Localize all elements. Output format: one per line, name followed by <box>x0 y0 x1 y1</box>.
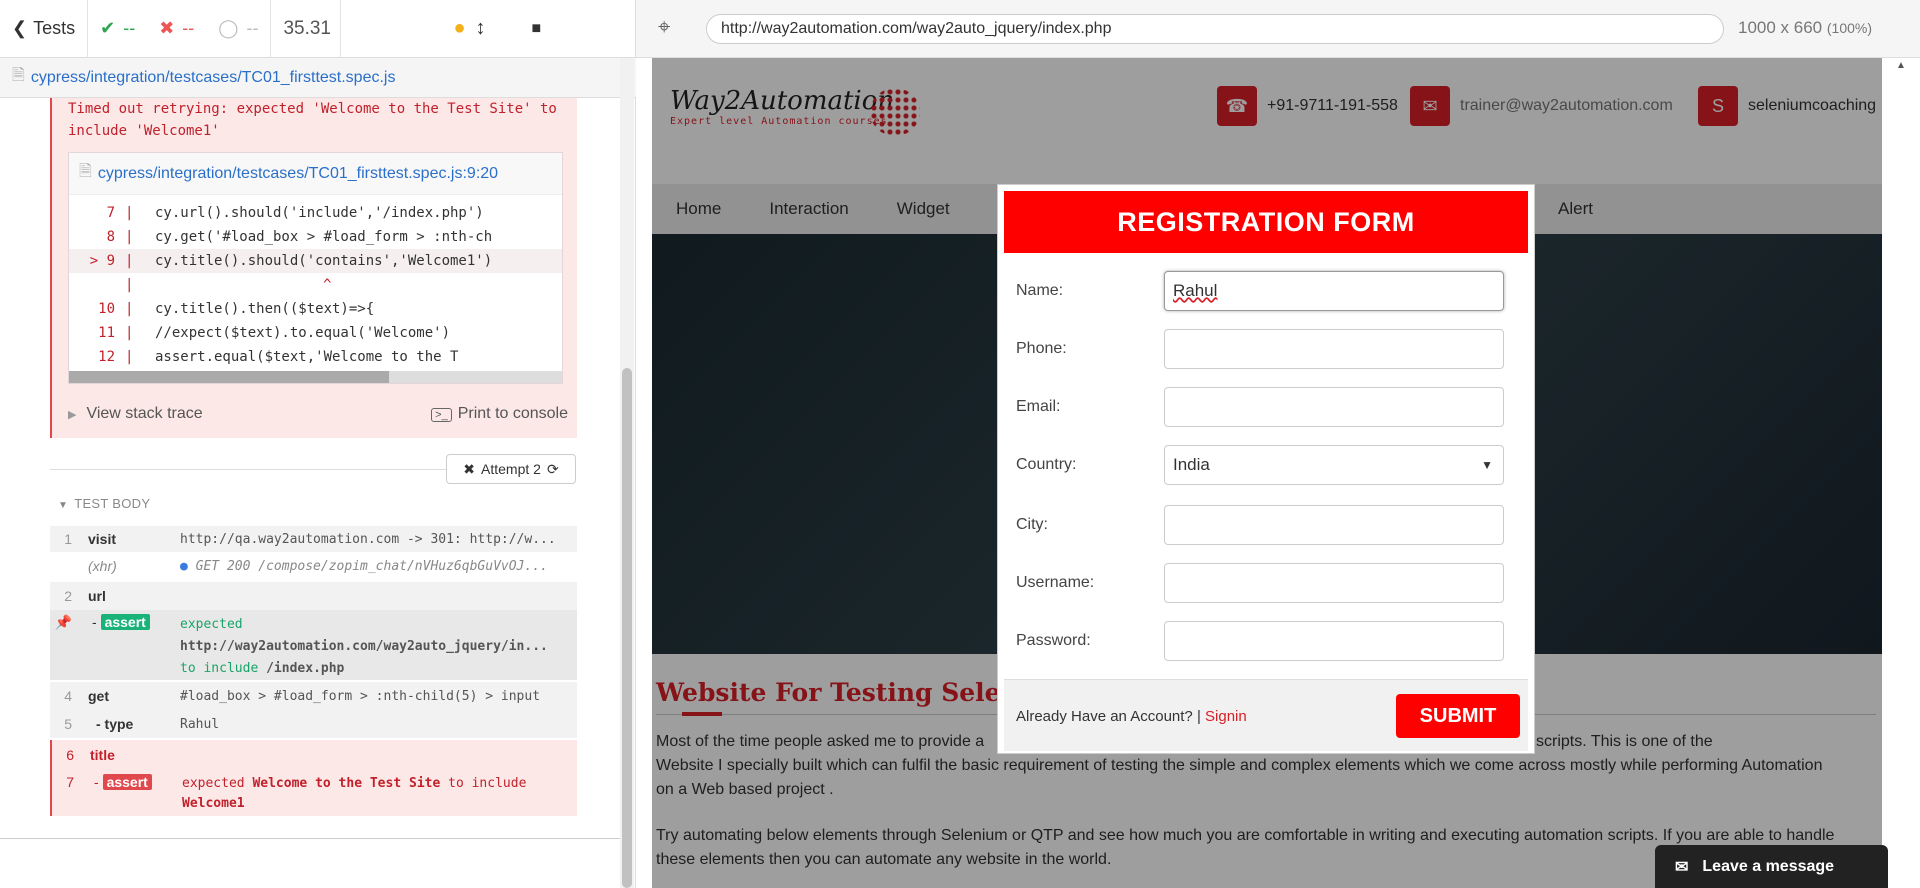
test-body-label[interactable]: ▼ TEST BODY <box>58 496 150 511</box>
passed-count: ✔ -- <box>100 18 136 38</box>
command-row-failed[interactable]: 6 title <box>50 740 577 770</box>
code-line: | ^ <box>125 277 332 293</box>
code-frame-file[interactable]: 🗎 cypress/integration/testcases/TC01_fir… <box>69 153 562 195</box>
city-row: City: <box>1016 505 1506 545</box>
xhr-dot-icon: ● <box>180 558 188 574</box>
command-row-assert[interactable]: 📌 - assert expected http://way2automatio… <box>50 610 577 680</box>
city-field[interactable] <box>1164 505 1504 545</box>
print-to-console-button[interactable]: >_ Print to console <box>431 405 568 423</box>
circle-icon: ◯ <box>218 18 239 38</box>
username-field[interactable] <box>1164 563 1504 603</box>
password-row: Password: <box>1016 621 1506 661</box>
command-row[interactable]: 1 visit http://qa.way2automation.com -> … <box>50 526 577 552</box>
command-row-assert-failed[interactable]: 7 - assert expected Welcome to the Test … <box>50 770 577 816</box>
failed-count: ✖ -- <box>159 18 195 38</box>
email-field[interactable] <box>1164 387 1504 427</box>
assert-badge: assert <box>100 614 150 630</box>
error-message: Timed out retrying: expected 'Welcome to… <box>68 101 557 139</box>
url-bar[interactable]: http://way2automation.com/way2auto_jquer… <box>706 14 1724 44</box>
x-icon: ✖ <box>159 18 175 38</box>
phone-field[interactable] <box>1164 329 1504 369</box>
spec-file-bar[interactable]: 🗎 cypress/integration/testcases/TC01_fir… <box>0 58 636 98</box>
attempt-tag[interactable]: ✖ Attempt 2 ⟳ <box>446 454 576 484</box>
code-scrollbar[interactable] <box>69 371 562 383</box>
caret-down-icon: ▼ <box>58 500 69 511</box>
pending-count: ◯ -- <box>206 0 272 58</box>
check-icon: ✔ <box>100 18 116 38</box>
country-select[interactable]: India ▼ <box>1164 445 1504 485</box>
divider <box>50 469 446 470</box>
viewport-size: 1000 x 660 (100%) <box>1738 18 1873 37</box>
status-dot-icon: ● <box>453 17 466 39</box>
resize-icon[interactable]: ↕ <box>476 17 486 40</box>
signin-link[interactable]: Signin <box>1205 708 1247 725</box>
command-row[interactable]: 2 url <box>50 582 577 610</box>
aut-header: ⌖ http://way2automation.com/way2auto_jqu… <box>636 0 1920 58</box>
code-line: 10 | cy.title().then(($text)=>{ <box>98 301 375 317</box>
chevron-down-icon: ▼ <box>1481 458 1493 472</box>
phone-row: Phone: <box>1016 329 1506 369</box>
command-row[interactable]: (xhr) ● GET 200 /compose/zopim_chat/nVHu… <box>50 552 577 580</box>
code-line: 8 | cy.get('#load_box > #load_form > :nth-… <box>106 229 493 245</box>
code-line: 7 | cy.url().should('include','/index.php'… <box>106 205 484 221</box>
reporter-scroll-thumb[interactable] <box>622 368 632 888</box>
password-field[interactable] <box>1164 621 1504 661</box>
command-row[interactable]: 5 - type Rahul <box>50 710 577 738</box>
modal-title: REGISTRATION FORM <box>1004 191 1528 253</box>
name-row: Name: Rahul <box>1016 271 1506 311</box>
code-line: 12 | assert.equal($text,'Welcome to the T <box>98 349 459 365</box>
assert-badge: assert <box>102 774 152 790</box>
code-line-highlighted: > 9 | cy.title().should('contains','Welcom… <box>69 249 562 273</box>
country-row: Country: India ▼ <box>1016 445 1506 485</box>
terminal-icon: >_ <box>431 408 452 422</box>
aut-scrollbar[interactable]: ▲ <box>1882 58 1920 888</box>
code-line: 11 | //expect($text).to.equal('Welcome') <box>98 325 451 341</box>
modal-footer: Already Have an Account? | Signin SUBMIT <box>1004 679 1528 751</box>
error-panel: Timed out retrying: expected 'Welcome to… <box>50 98 577 438</box>
command-row[interactable]: 4 get #load_box > #load_form > :nth-chil… <box>50 682 577 710</box>
caret-right-icon: ▶ <box>68 409 77 421</box>
stop-icon[interactable]: ■ <box>532 20 542 38</box>
mail-icon: ✉ <box>1675 858 1689 876</box>
reporter-controls: ● ↕ ■ <box>441 0 553 58</box>
name-field[interactable]: Rahul <box>1164 271 1504 311</box>
submit-button[interactable]: SUBMIT <box>1396 694 1520 738</box>
collapse-icon: ✖ <box>463 460 476 477</box>
refresh-icon: ⟳ <box>546 460 559 477</box>
chevron-left-icon: ❮ <box>12 18 28 38</box>
code-frame: 🗎 cypress/integration/testcases/TC01_fir… <box>68 152 563 384</box>
file-icon: 🗎 <box>12 67 25 84</box>
username-row: Username: <box>1016 563 1506 603</box>
reporter-header: ❮ Tests ✔ -- ✖ -- ◯ -- 35.31 ● ↕ ■ <box>0 0 636 58</box>
file-icon: 🗎 <box>79 163 92 180</box>
duration: 35.31 <box>271 0 342 58</box>
selector-playground-icon[interactable]: ⌖ <box>658 14 670 40</box>
divider <box>0 838 620 839</box>
registration-modal: REGISTRATION FORM Name: Rahul Phone: Emai… <box>997 184 1535 754</box>
tests-back-button[interactable]: ❮ Tests <box>0 0 89 58</box>
scroll-up-icon[interactable]: ▲ <box>1896 60 1906 71</box>
code-scroll-thumb[interactable] <box>69 371 389 383</box>
error-actions: ▶ View stack trace >_ Print to console <box>68 400 568 428</box>
leave-message-button[interactable]: ✉ Leave a message <box>1655 845 1888 888</box>
pin-icon: 📌 <box>54 614 72 630</box>
view-stack-trace-button[interactable]: ▶ View stack trace <box>68 405 203 423</box>
email-row: Email: <box>1016 387 1506 427</box>
reporter-scrollbar[interactable] <box>620 58 634 888</box>
test-reporter: ❮ Tests ✔ -- ✖ -- ◯ -- 35.31 ● ↕ ■ 🗎 cypres… <box>0 0 636 888</box>
